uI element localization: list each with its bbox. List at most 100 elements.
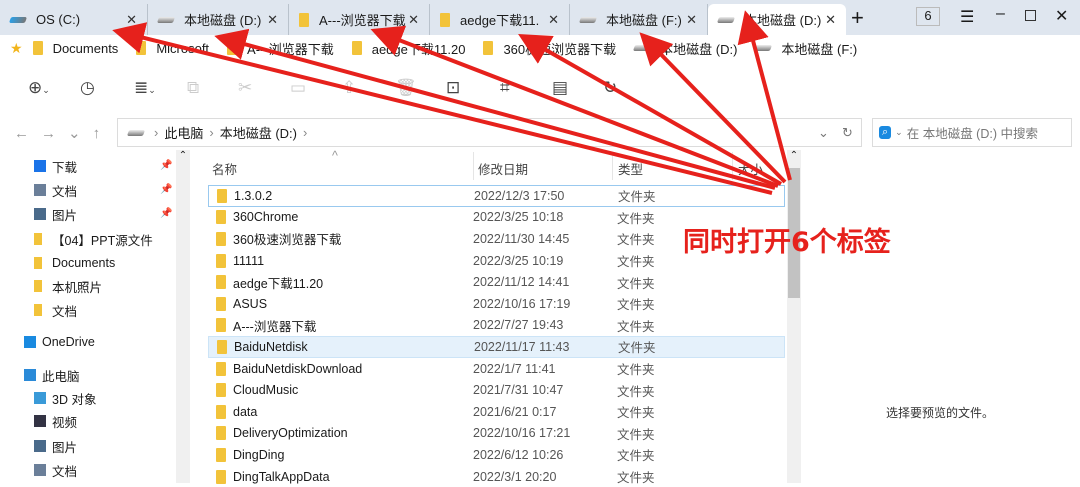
3d-icon: [34, 392, 46, 404]
tab-count[interactable]: 6: [916, 7, 940, 26]
column-size[interactable]: 大小: [732, 152, 763, 180]
file-row[interactable]: DingDing 2022/6/12 10:26 文件夹: [208, 444, 785, 466]
new-window-icon[interactable]: ⊡: [446, 78, 460, 98]
file-row[interactable]: DeliveryOptimization 2022/10/16 17:21 文件夹: [208, 423, 785, 445]
column-header: 名称 ^ 修改日期 类型 大小: [200, 149, 787, 180]
drive-icon: [156, 16, 176, 23]
file-row[interactable]: BaiduNetdiskDownload 2022/1/7 11:41 文件夹: [208, 358, 785, 380]
doc-icon: [34, 464, 46, 476]
file-row[interactable]: data 2021/6/21 0:17 文件夹: [208, 401, 785, 423]
sidebar-item[interactable]: OneDrive: [24, 332, 95, 352]
pin-icon[interactable]: 📌: [160, 184, 172, 195]
bookmark-item[interactable]: Microsoft: [136, 41, 209, 56]
column-type[interactable]: 类型: [612, 152, 643, 180]
tab[interactable]: 本地磁盘 (F:) ✕: [570, 4, 708, 35]
toolbar: ⊕⌄ ◷ ≣⌄ ⧉ ✂ ▭ ⇪ 🗑 ⊡ ⌗ ▤ ↻: [0, 62, 800, 112]
file-date: 2022/11/30 14:45: [473, 231, 570, 246]
tab[interactable]: A---浏览器下载 ✕: [289, 4, 430, 35]
sidebar-scrollbar[interactable]: ⌃: [176, 150, 190, 483]
sidebar-item[interactable]: 下载: [34, 156, 77, 176]
file-type: 文件夹: [617, 319, 655, 334]
sidebar-item[interactable]: 本机照片: [34, 276, 102, 296]
sidebar-label: 【04】PPT源文件: [52, 233, 153, 248]
file-name: aedge下载11.20: [233, 276, 324, 291]
folder-icon: [227, 41, 238, 55]
close-tab-icon[interactable]: ✕: [686, 12, 697, 28]
file-row[interactable]: DingTalkAppData 2022/3/1 20:20 文件夹: [208, 466, 785, 487]
file-row[interactable]: CloudMusic 2021/7/31 10:47 文件夹: [208, 379, 785, 401]
breadcrumb-item[interactable]: 本地磁盘 (D:): [220, 123, 297, 142]
sidebar-item[interactable]: 文档: [34, 300, 77, 320]
tab-bar: OS (C:) ✕ 本地磁盘 (D:) ✕ A---浏览器下载 ✕ aedge下载11. ✕ 本…: [0, 0, 1080, 35]
video-icon: [34, 415, 46, 427]
sidebar-item[interactable]: 3D 对象: [34, 388, 96, 408]
maximize-button[interactable]: [1025, 10, 1036, 21]
bookmark-label: Documents: [52, 40, 119, 56]
calculator-icon[interactable]: ▤: [552, 78, 568, 98]
bookmark-item[interactable]: 360极速浏览器下载: [483, 39, 616, 58]
sidebar-item[interactable]: 图片: [34, 436, 77, 456]
bookmarks-bar: ★ Documents Microsoft A---浏览器下载 aedge下载11.2…: [0, 35, 1080, 61]
file-row[interactable]: BaiduNetdisk 2022/11/17 11:43 文件夹: [208, 336, 785, 358]
close-tab-icon[interactable]: ✕: [408, 12, 419, 28]
copy-icon: ⧉: [187, 78, 200, 97]
bookmark-item[interactable]: 本地磁盘 (D:): [633, 39, 737, 58]
crop-icon[interactable]: ⌗: [500, 78, 510, 98]
file-type: 文件夹: [617, 406, 655, 421]
search-placeholder: 在 本地磁盘 (D:) 中搜索: [906, 127, 1038, 141]
folder-icon: [136, 41, 147, 55]
sidebar-item[interactable]: Documents: [34, 253, 115, 273]
sidebar-item[interactable]: 视频: [34, 411, 77, 431]
file-row[interactable]: A---浏览器下载 2022/7/27 19:43 文件夹: [208, 315, 785, 337]
tab[interactable]: 本地磁盘 (D:) ✕: [708, 4, 846, 35]
bookmark-item[interactable]: A---浏览器下载: [227, 39, 334, 58]
new-icon[interactable]: ⊕⌄: [28, 78, 50, 98]
menu-icon[interactable]: ☰: [960, 7, 974, 27]
file-type: 文件夹: [617, 211, 655, 226]
dropdown-icon[interactable]: ⌄: [818, 125, 829, 141]
file-row[interactable]: 1.3.0.2 2022/12/3 17:50 文件夹: [208, 185, 785, 207]
refresh-icon[interactable]: ↻: [842, 125, 853, 141]
tab-label: OS (C:): [36, 12, 81, 27]
sidebar-label: 3D 对象: [52, 392, 97, 407]
close-tab-icon[interactable]: ✕: [267, 12, 278, 28]
tab[interactable]: 本地磁盘 (D:) ✕: [148, 4, 289, 35]
close-tab-icon[interactable]: ✕: [126, 12, 137, 28]
new-tab-button[interactable]: +: [851, 5, 864, 31]
sidebar-item[interactable]: 此电脑: [24, 365, 80, 385]
breadcrumb-item[interactable]: 此电脑: [164, 123, 203, 142]
file-row[interactable]: ASUS 2022/10/16 17:19 文件夹: [208, 293, 785, 315]
column-date[interactable]: 修改日期: [473, 152, 528, 180]
view-icon[interactable]: ≣⌄: [134, 78, 156, 98]
folder-icon: [216, 426, 226, 441]
file-name: 11111: [233, 253, 265, 268]
address-bar[interactable]: › 此电脑 › 本地磁盘 (D:) › ⌄ ↻: [117, 118, 862, 147]
file-date: 2022/3/1 20:20: [473, 469, 557, 484]
sidebar-item[interactable]: 文档: [34, 460, 77, 480]
pin-icon[interactable]: 📌: [160, 160, 172, 171]
close-tab-icon[interactable]: ✕: [548, 12, 559, 28]
sidebar-item[interactable]: 【04】PPT源文件: [34, 229, 153, 249]
sidebar-item[interactable]: 文档: [34, 180, 77, 200]
close-tab-icon[interactable]: ✕: [825, 12, 836, 28]
minimize-button[interactable]: –: [996, 5, 1005, 23]
history-icon[interactable]: ◷: [80, 78, 95, 98]
refresh-icon[interactable]: ↻: [603, 78, 617, 98]
nav-buttons[interactable]: ←→⌄↑: [14, 124, 112, 142]
column-name[interactable]: 名称: [212, 159, 237, 178]
sidebar-item[interactable]: 图片: [34, 204, 77, 224]
bookmark-item[interactable]: aedge下载11.20: [351, 39, 465, 58]
folder-icon: [216, 231, 226, 246]
tab[interactable]: OS (C:) ✕: [0, 4, 148, 35]
search-input[interactable]: ⌕ ⌄ 在 本地磁盘 (D:) 中搜索: [872, 118, 1072, 147]
sidebar-label: 下载: [52, 160, 78, 175]
file-name: DeliveryOptimization: [233, 426, 348, 441]
tab[interactable]: aedge下载11. ✕: [430, 4, 570, 35]
tab-label: aedge下载11.: [460, 13, 540, 28]
pin-icon[interactable]: 📌: [160, 208, 172, 219]
close-window-button[interactable]: ✕: [1055, 6, 1068, 26]
file-row[interactable]: aedge下载11.20 2022/11/12 14:41 文件夹: [208, 271, 785, 293]
bookmark-item[interactable]: 本地磁盘 (F:): [754, 39, 857, 58]
bookmark-item[interactable]: Documents: [32, 40, 119, 56]
cut-icon: ✂: [238, 78, 253, 97]
